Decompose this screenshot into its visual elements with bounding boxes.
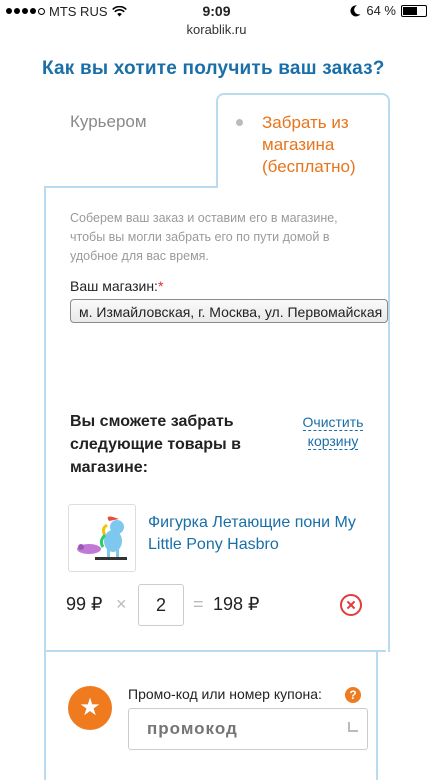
quantity-input[interactable]: 2 <box>138 584 184 626</box>
store-label: Ваш магазин:* <box>70 278 163 294</box>
clear-cart-label[interactable]: Очистить корзину <box>302 414 364 450</box>
line-total: 198 ₽ <box>213 594 260 614</box>
battery-percent: 64 % <box>366 3 396 18</box>
pickup-heading: Вы сможете забрать следующие товары в ма… <box>70 413 241 476</box>
pickup-info-text: Соберем ваш заказ и оставим его в магази… <box>70 211 338 263</box>
tab-pickup[interactable]: Забрать из магазина (бесплатно) <box>262 112 382 178</box>
panel-divider <box>44 186 218 188</box>
tab-courier[interactable]: Курьером <box>70 112 147 132</box>
promo-label: Промо-код или номер купона: <box>128 686 322 702</box>
radio-icon[interactable] <box>236 119 243 126</box>
required-mark: * <box>157 278 164 294</box>
status-bar: MTS RUS 9:09 64 % <box>0 0 433 22</box>
help-icon[interactable]: ? <box>345 687 361 703</box>
star-icon: ★ <box>68 686 112 730</box>
unit-price: 99 ₽ <box>66 594 103 614</box>
product-name-link[interactable]: Фигурка Летающие пони My Little Pony Has… <box>148 512 378 556</box>
page-title: Как вы хотите получить ваш заказ? <box>42 58 385 79</box>
pony-figure-icon <box>77 516 127 560</box>
remove-icon[interactable] <box>340 594 362 616</box>
store-label-text: Ваш магазин: <box>70 278 158 294</box>
url-bar[interactable]: korablik.ru <box>0 22 433 37</box>
moon-icon <box>350 4 361 16</box>
promo-code-input[interactable] <box>128 708 368 750</box>
status-right: 64 % <box>350 3 427 18</box>
resize-icon <box>348 722 358 732</box>
battery-icon <box>401 4 427 17</box>
store-select[interactable]: м. Измайловская, г. Москва, ул. Первомай… <box>70 299 388 323</box>
clear-cart-link[interactable]: Очистить корзину <box>298 413 368 451</box>
product-image[interactable] <box>68 504 136 572</box>
equals-sign: = <box>193 594 204 614</box>
multiply-sign: × <box>116 594 127 614</box>
